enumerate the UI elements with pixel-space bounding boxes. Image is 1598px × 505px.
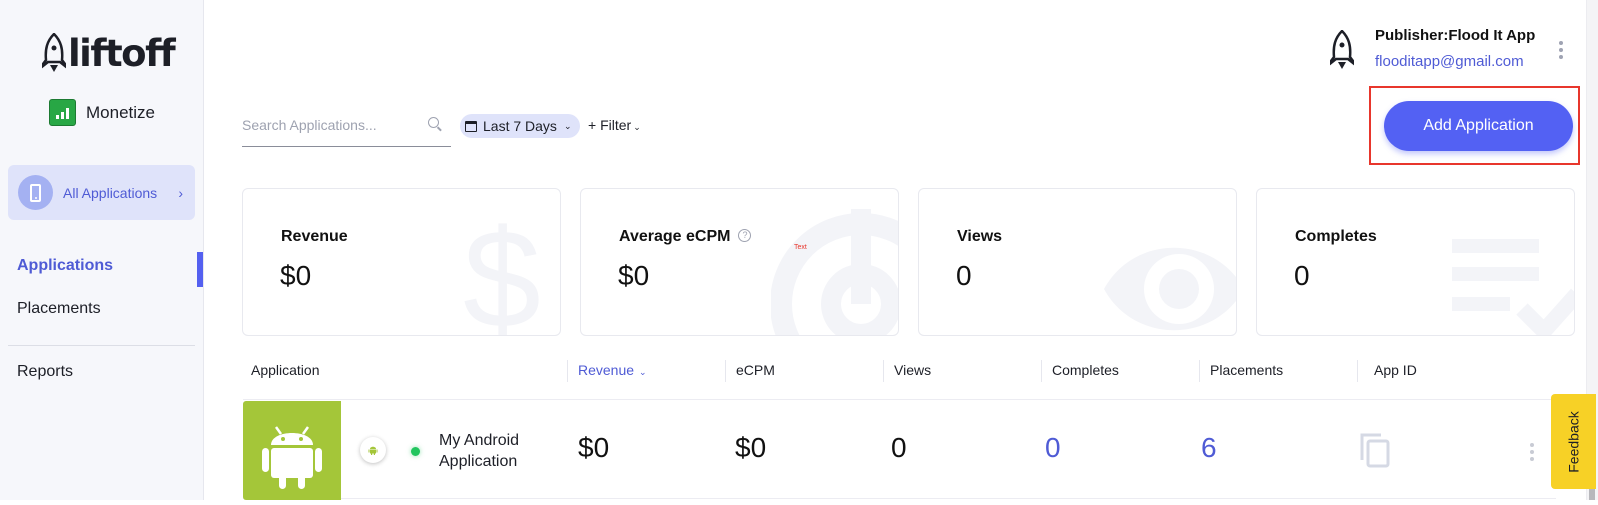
sidebar: liftoff Monetize All Applications › Appl… xyxy=(0,0,204,500)
stat-value: 0 xyxy=(1294,260,1310,291)
app-avatar xyxy=(18,175,53,210)
sidebar-item-reports[interactable]: Reports xyxy=(17,363,73,381)
publisher-email[interactable]: flooditapp@gmail.com xyxy=(1375,53,1535,70)
cell-completes[interactable]: 0 xyxy=(1045,432,1061,464)
stat-card-completes: Completes 0 xyxy=(1256,188,1575,336)
filter-label: + Filter xyxy=(588,117,632,133)
stat-title: Completes xyxy=(1295,228,1377,245)
feedback-button[interactable]: Feedback xyxy=(1551,394,1596,489)
publisher-info: Publisher:Flood It App flooditapp@gmail.… xyxy=(1375,27,1535,70)
date-range-dropdown[interactable]: Last 7 Days ⌄ xyxy=(460,114,581,138)
column-separator xyxy=(725,360,726,382)
cell-placements[interactable]: 6 xyxy=(1201,432,1217,464)
highlight-box: Add Application xyxy=(1369,86,1580,165)
rocket-icon xyxy=(42,33,66,72)
phone-icon xyxy=(30,183,41,202)
annotation-text: Text xyxy=(794,244,807,251)
list-check-icon xyxy=(1452,239,1574,335)
publisher-rocket-icon xyxy=(1329,29,1355,75)
column-header-views[interactable]: Views xyxy=(894,362,931,378)
stat-title: Revenue xyxy=(281,228,348,245)
column-separator xyxy=(1357,360,1358,382)
account-menu-kebab-icon[interactable] xyxy=(1559,41,1563,59)
sidebar-item-applications[interactable]: Applications xyxy=(17,257,113,275)
liftoff-logo[interactable]: liftoff xyxy=(42,31,176,75)
active-indicator xyxy=(197,252,203,287)
stat-title: Average eCPM? xyxy=(619,228,752,246)
row-menu-kebab-icon[interactable] xyxy=(1530,443,1534,461)
android-icon xyxy=(262,426,322,489)
status-active-indicator xyxy=(411,447,420,456)
column-header-completes[interactable]: Completes xyxy=(1052,362,1119,378)
calendar-icon xyxy=(465,120,477,132)
chevron-right-icon: › xyxy=(178,184,183,201)
column-separator xyxy=(1199,360,1200,382)
feedback-label: Feedback xyxy=(1565,410,1582,473)
column-header-revenue[interactable]: Revenue ⌄ xyxy=(578,362,647,378)
column-header-app-id: App ID xyxy=(1374,362,1417,378)
search-input[interactable] xyxy=(242,107,412,143)
copy-app-id-icon[interactable] xyxy=(1359,432,1391,473)
column-separator xyxy=(567,360,568,382)
help-icon[interactable]: ? xyxy=(738,229,752,242)
app-name[interactable]: My Android Application xyxy=(439,430,549,472)
cell-revenue: $0 xyxy=(578,432,610,463)
app-selector[interactable]: All Applications › xyxy=(8,165,195,220)
stat-title: Views xyxy=(957,228,1003,245)
add-application-button[interactable]: Add Application xyxy=(1384,101,1573,151)
column-separator xyxy=(1041,360,1042,382)
cell-views: 0 xyxy=(891,432,907,463)
android-platform-icon xyxy=(368,446,378,455)
cell-ecpm: $0 xyxy=(735,432,767,463)
column-header-ecpm[interactable]: eCPM xyxy=(736,362,775,378)
stat-card-revenue: $ Revenue $0 xyxy=(242,188,561,336)
target-icon xyxy=(771,209,898,335)
dollar-icon: $ xyxy=(463,209,541,336)
divider xyxy=(8,345,195,346)
search-icon[interactable] xyxy=(428,117,439,128)
app-selector-label: All Applications xyxy=(63,184,158,201)
chevron-down-icon: ⌄ xyxy=(563,120,572,131)
column-separator xyxy=(883,360,884,382)
sidebar-item-placements[interactable]: Placements xyxy=(17,300,101,318)
stat-value: $0 xyxy=(280,260,312,291)
chevron-down-icon: ⌄ xyxy=(633,122,641,132)
scrollbar-thumb[interactable] xyxy=(1589,489,1595,500)
app-icon xyxy=(243,401,341,500)
stat-value: 0 xyxy=(956,260,972,291)
publisher-name: Publisher:Flood It App xyxy=(1375,27,1536,44)
column-header-placements[interactable]: Placements xyxy=(1210,362,1283,378)
bar-chart-icon xyxy=(49,99,76,126)
product-badge: Monetize xyxy=(49,99,155,126)
column-header-application[interactable]: Application xyxy=(251,362,320,378)
search-field[interactable] xyxy=(242,107,451,147)
svg-text:$: $ xyxy=(463,209,541,336)
date-range-label: Last 7 Days xyxy=(483,118,557,134)
eye-icon xyxy=(1104,247,1236,331)
logo-text: liftoff xyxy=(68,31,176,75)
stat-card-ecpm: Average eCPM? Text $0 xyxy=(580,188,899,336)
sort-chevron-down-icon: ⌄ xyxy=(639,367,647,377)
product-name: Monetize xyxy=(86,102,155,122)
stat-card-views: Views 0 xyxy=(918,188,1237,336)
stat-value: $0 xyxy=(618,260,650,291)
filter-button[interactable]: + Filter ⌄ xyxy=(588,117,641,133)
platform-badge xyxy=(360,437,386,463)
